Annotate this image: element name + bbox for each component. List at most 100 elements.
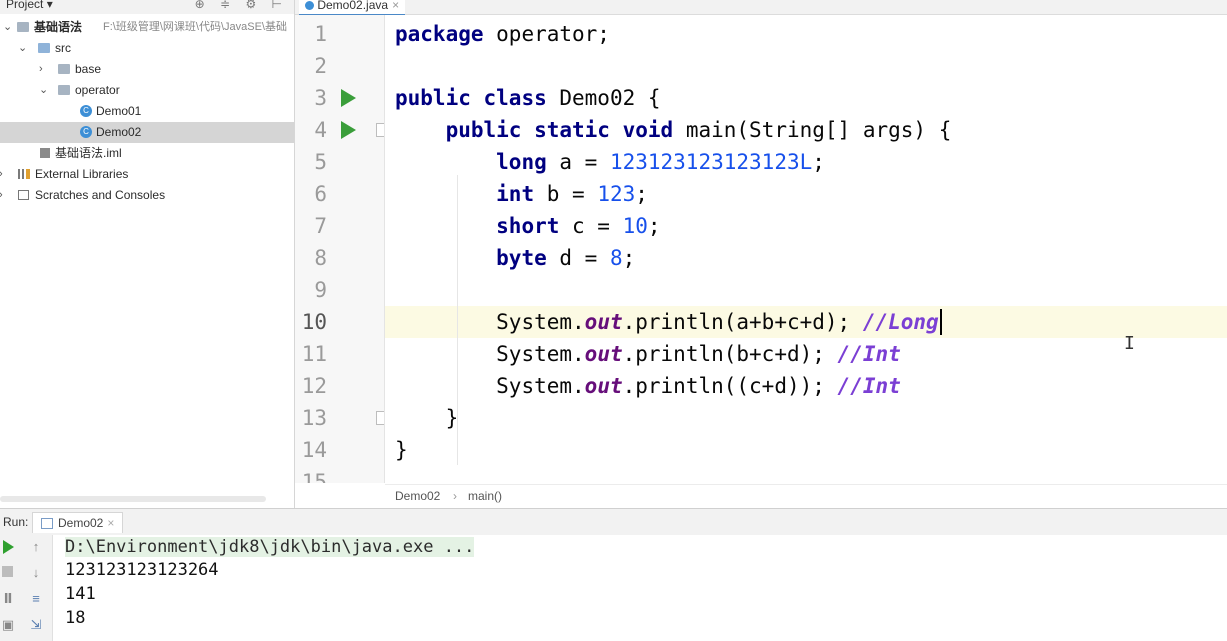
run-tab-label: Demo02 — [58, 516, 104, 530]
breadcrumb-separator-icon: › — [453, 489, 457, 503]
line-number: 11 — [301, 342, 327, 366]
root-module-label: 基础语法 — [34, 20, 83, 34]
tree-item-label: src — [55, 41, 71, 55]
tree-item-label: 基础语法.iml — [55, 146, 122, 160]
breadcrumb-class[interactable]: Demo02 — [395, 485, 440, 507]
scroll-to-end-icon[interactable]: ⇲ — [29, 618, 43, 632]
fold-marker-icon[interactable] — [376, 411, 384, 425]
line-number: 3 — [314, 86, 327, 110]
close-icon[interactable]: × — [107, 516, 114, 530]
tree-item-base[interactable]: › base — [0, 59, 294, 80]
tree-item-label: External Libraries — [35, 167, 129, 181]
tree-item-label: operator — [75, 83, 120, 97]
scratches-icon — [18, 190, 29, 200]
tab-demo02-java[interactable]: Demo02.java × — [299, 0, 406, 16]
tree-item-label: Demo01 — [96, 104, 142, 118]
code-editor[interactable]: package operator; public class Demo02 { … — [385, 15, 1227, 483]
tree-item-label: Scratches and Consoles — [35, 188, 166, 202]
module-file-icon — [40, 148, 50, 158]
line-number: 13 — [301, 406, 327, 430]
tab-label: Demo02.java — [317, 0, 389, 12]
line-number: 15 — [301, 470, 327, 483]
run-main-icon[interactable] — [341, 121, 356, 139]
line-number: 7 — [314, 214, 327, 238]
dump-threads-icon[interactable]: ▣ — [1, 618, 15, 632]
pause-icon[interactable]: Ⅱ — [1, 592, 15, 606]
chevron-right-icon[interactable]: › — [0, 185, 9, 206]
project-title: Project — [6, 0, 44, 11]
run-config-icon — [41, 518, 53, 530]
code-line-10: System.out.println(a+b+c+d); //Long — [496, 310, 939, 334]
tree-item-operator[interactable]: ⌄ operator — [0, 80, 294, 101]
project-toolbar-icons[interactable]: ⊕ ≑ ⚙ ⊢ — [195, 0, 288, 10]
tree-item-demo01[interactable]: C Demo01 — [0, 101, 294, 122]
run-panel-header: Run: Demo02 × — [0, 508, 1227, 535]
line-number: 12 — [301, 374, 327, 398]
line-number: 2 — [314, 54, 327, 78]
tree-root-module[interactable]: ⌄ 基础语法 F:\班级管理\网课班\代码\JavaSE\基础 — [0, 17, 294, 38]
rerun-icon[interactable] — [3, 540, 14, 554]
project-panel-header: Project ▾ ⊕ ≑ ⚙ ⊢ — [0, 0, 294, 14]
line-number: 6 — [314, 182, 327, 206]
project-horizontal-scrollbar[interactable] — [0, 496, 266, 502]
run-tab-demo02[interactable]: Demo02 × — [32, 512, 124, 533]
code-line-14: } — [395, 438, 408, 462]
chevron-down-icon[interactable]: ⌄ — [18, 38, 28, 59]
tree-item-label: Demo02 — [96, 125, 142, 139]
line-number: 1 — [314, 22, 327, 46]
breadcrumb-method[interactable]: main() — [468, 485, 502, 507]
tree-item-external-libraries[interactable]: › External Libraries — [0, 164, 294, 185]
line-number: 4 — [314, 118, 327, 142]
line-number: 14 — [301, 438, 327, 462]
code-line-7: short c = 10; — [496, 214, 661, 238]
console-output-line: 141 — [65, 584, 96, 604]
code-line-13: } — [445, 406, 459, 430]
console-command-line: D:\Environment\jdk8\jdk\bin\java.exe ... — [65, 537, 475, 557]
fold-marker-icon[interactable] — [376, 123, 384, 137]
source-folder-icon — [38, 43, 50, 53]
code-line-1: package operator; — [395, 22, 610, 46]
chevron-down-icon[interactable]: ⌄ — [39, 80, 49, 101]
project-panel: Project ▾ ⊕ ≑ ⚙ ⊢ ⌄ 基础语法 F:\班级管理\网课班\代码\… — [0, 0, 295, 508]
line-number: 9 — [314, 278, 327, 302]
console-output-line: 123123123123264 — [65, 560, 219, 580]
arrow-up-icon[interactable]: ↑ — [29, 540, 43, 554]
run-label: Run: — [3, 515, 29, 529]
chevron-right-icon[interactable]: › — [39, 59, 49, 80]
chevron-down-icon[interactable]: ⌄ — [3, 17, 13, 38]
run-console[interactable]: D:\Environment\jdk8\jdk\bin\java.exe ...… — [53, 535, 1227, 641]
tree-item-demo02[interactable]: C Demo02 — [0, 122, 294, 143]
stop-icon[interactable] — [2, 566, 13, 577]
arrow-down-icon[interactable]: ↓ — [29, 566, 43, 580]
run-class-icon[interactable] — [341, 89, 356, 107]
package-folder-icon — [58, 85, 70, 95]
tree-item-scratches[interactable]: › Scratches and Consoles — [0, 185, 294, 206]
module-folder-icon — [17, 22, 29, 32]
breadcrumb: Demo02 › main() — [385, 484, 1227, 507]
library-icon — [18, 169, 30, 179]
code-line-8: byte d = 8; — [496, 246, 636, 270]
editor-gutter: 1 2 3 4 5 6 7 8 9 10 11 12 13 14 15 — [295, 15, 385, 483]
tree-item-label: base — [75, 62, 102, 76]
editor-tab-bar: Demo02.java × — [295, 0, 1227, 16]
chevron-right-icon[interactable]: › — [0, 164, 9, 185]
java-class-icon: C — [80, 105, 92, 117]
console-output-line: 18 — [65, 608, 86, 628]
line-number-current: 10 — [301, 310, 327, 334]
tree-item-src[interactable]: ⌄ src — [0, 38, 294, 59]
java-class-icon: C — [80, 126, 92, 138]
code-line-6: int b = 123; — [496, 182, 648, 206]
mouse-text-cursor: I — [1124, 333, 1135, 354]
code-line-3: public class Demo02 { — [395, 86, 661, 110]
text-caret — [940, 309, 942, 335]
code-line-12: System.out.println((c+d)); //Int — [496, 374, 901, 398]
soft-wrap-icon[interactable]: ≡ — [29, 592, 43, 606]
project-view-selector[interactable]: Project ▾ — [6, 0, 53, 10]
tree-item-iml[interactable]: 基础语法.iml — [0, 143, 294, 164]
line-number: 8 — [314, 246, 327, 270]
code-line-5: long a = 123123123123123L; — [496, 150, 825, 174]
java-class-icon — [305, 1, 314, 11]
run-toolbar: ↑ ↓ Ⅱ ≡ ▣ ⇲ — [0, 535, 53, 641]
code-line-4: public static void main(String[] args) { — [445, 118, 952, 142]
close-icon[interactable]: × — [392, 0, 399, 12]
